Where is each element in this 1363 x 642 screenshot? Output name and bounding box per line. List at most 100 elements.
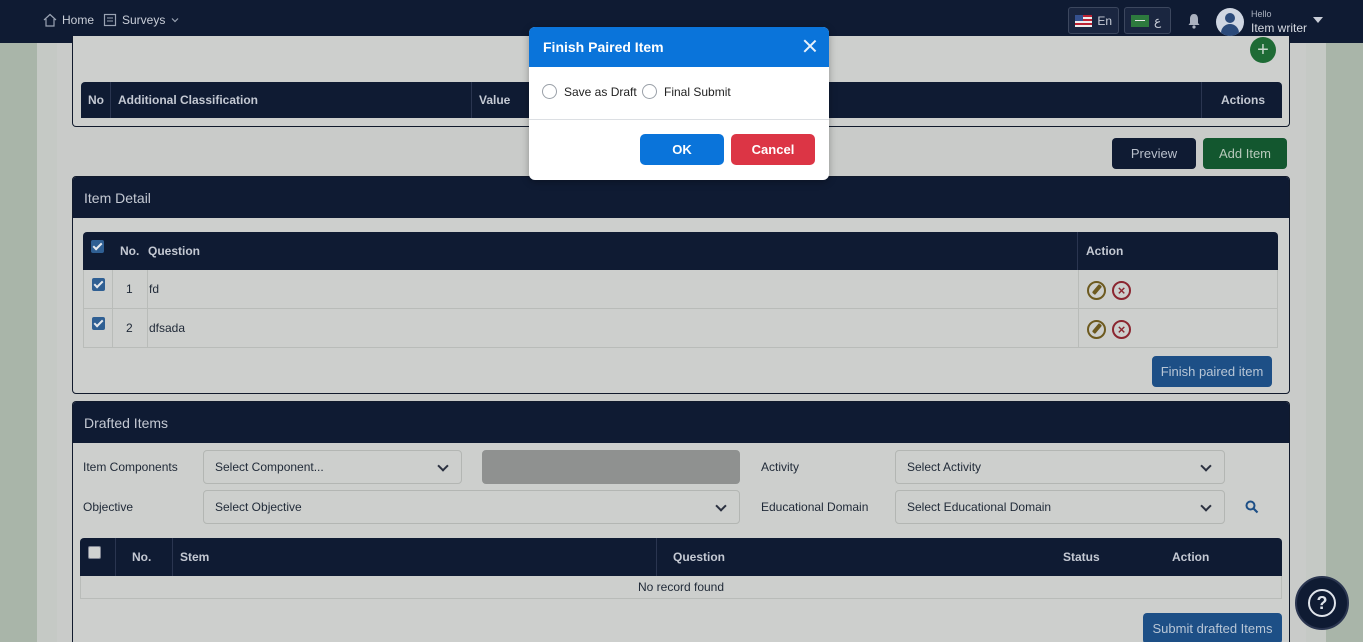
educational-domain-select[interactable]: Select Educational Domain bbox=[895, 490, 1225, 524]
row-number: 1 bbox=[126, 282, 133, 296]
column-divider bbox=[1077, 232, 1078, 270]
activity-select[interactable]: Select Activity bbox=[895, 450, 1225, 484]
column-divider bbox=[112, 309, 113, 347]
add-item-button[interactable]: Add Item bbox=[1203, 138, 1287, 169]
col-action: Action bbox=[1086, 244, 1124, 258]
col-stem: Stem bbox=[180, 550, 210, 564]
row-question: dfsada bbox=[149, 321, 186, 335]
column-divider bbox=[471, 82, 472, 118]
user-name: Item writer bbox=[1251, 21, 1308, 35]
finish-paired-item-button[interactable]: Finish paired item bbox=[1152, 356, 1272, 387]
save-as-draft-option[interactable]: Save as Draft bbox=[542, 84, 637, 99]
row-checkbox[interactable] bbox=[92, 317, 105, 330]
nav-surveys[interactable]: Surveys bbox=[103, 13, 180, 27]
column-divider bbox=[1078, 270, 1079, 308]
column-divider bbox=[112, 270, 113, 308]
nav-surveys-label: Surveys bbox=[122, 13, 166, 27]
nav-home[interactable]: Home bbox=[43, 13, 94, 27]
save-as-draft-label: Save as Draft bbox=[564, 84, 637, 99]
educational-domain-label: Educational Domain bbox=[761, 500, 869, 514]
column-divider bbox=[147, 309, 148, 347]
save-as-draft-radio[interactable] bbox=[542, 84, 557, 99]
objective-value: Select Objective bbox=[215, 500, 302, 514]
bell-icon[interactable] bbox=[1187, 13, 1201, 29]
item-components-label: Item Components bbox=[83, 460, 178, 474]
col-status: Status bbox=[1063, 550, 1100, 564]
search-icon[interactable] bbox=[1245, 500, 1259, 514]
chevron-down-icon bbox=[715, 500, 727, 512]
user-menu-caret-icon[interactable] bbox=[1313, 17, 1323, 23]
column-divider bbox=[110, 82, 111, 118]
col-no: No bbox=[88, 93, 104, 107]
preview-button[interactable]: Preview bbox=[1112, 138, 1196, 169]
drafted-items-title: Drafted Items bbox=[73, 402, 1289, 443]
help-button[interactable]: ? bbox=[1295, 576, 1349, 630]
close-icon[interactable] bbox=[803, 39, 817, 53]
page-side-right bbox=[1326, 0, 1363, 642]
col-no: No. bbox=[120, 244, 140, 258]
col-action: Action bbox=[1172, 550, 1210, 564]
modal-title: Finish Paired Item bbox=[543, 39, 664, 55]
language-ar-label: ع bbox=[1154, 13, 1162, 28]
col-additional-classification: Additional Classification bbox=[118, 93, 259, 107]
edit-icon[interactable] bbox=[1087, 320, 1106, 339]
objective-select[interactable]: Select Objective bbox=[203, 490, 740, 524]
home-icon bbox=[43, 13, 57, 27]
plus-icon: + bbox=[1257, 39, 1269, 61]
nav-home-label: Home bbox=[62, 13, 95, 27]
item-detail-table-header: No. Question Action bbox=[83, 232, 1278, 270]
edit-icon[interactable] bbox=[1087, 281, 1106, 300]
chevron-down-icon bbox=[437, 460, 449, 472]
item-detail-title: Item Detail bbox=[73, 177, 1289, 218]
submit-drafted-items-button[interactable]: Submit drafted Items bbox=[1143, 613, 1282, 642]
row-question: fd bbox=[149, 282, 160, 296]
final-submit-radio[interactable] bbox=[642, 84, 657, 99]
drafted-table-header: No. Stem Question Status Action bbox=[80, 538, 1282, 576]
finish-paired-item-modal: Finish Paired Item Save as Draft Final S… bbox=[529, 27, 829, 180]
column-divider bbox=[1078, 309, 1079, 347]
question-mark-icon: ? bbox=[1308, 589, 1336, 617]
drafted-items-panel: Drafted Items Item Components Select Com… bbox=[72, 401, 1290, 642]
select-all-checkbox[interactable] bbox=[88, 546, 101, 559]
col-question: Question bbox=[673, 550, 726, 564]
us-flag-icon bbox=[1075, 14, 1093, 27]
language-ar-button[interactable]: ع bbox=[1124, 7, 1171, 34]
chevron-down-icon bbox=[171, 18, 179, 23]
disabled-field bbox=[482, 450, 740, 484]
saudi-flag-icon bbox=[1131, 14, 1149, 27]
delete-icon[interactable]: × bbox=[1112, 320, 1131, 339]
avatar[interactable] bbox=[1216, 8, 1244, 36]
table-row: 1 fd × bbox=[83, 270, 1278, 309]
delete-icon[interactable]: × bbox=[1112, 281, 1131, 300]
row-checkbox[interactable] bbox=[92, 278, 105, 291]
ok-button[interactable]: OK bbox=[640, 134, 724, 165]
language-en-button[interactable]: En bbox=[1068, 7, 1119, 34]
column-divider bbox=[147, 270, 148, 308]
user-greeting: Hello bbox=[1251, 9, 1272, 19]
col-value: Value bbox=[479, 93, 511, 107]
survey-icon bbox=[103, 13, 117, 27]
column-divider bbox=[115, 538, 116, 576]
col-actions: Actions bbox=[1221, 93, 1266, 107]
item-components-value: Select Component... bbox=[215, 460, 324, 474]
final-submit-option[interactable]: Final Submit bbox=[642, 84, 731, 99]
select-all-checkbox[interactable] bbox=[91, 240, 104, 253]
item-detail-panel: Item Detail No. Question Action 1 fd × 2… bbox=[72, 176, 1290, 394]
chevron-down-icon bbox=[1200, 500, 1212, 512]
empty-row: No record found bbox=[80, 576, 1282, 599]
add-classification-button[interactable]: + bbox=[1250, 37, 1276, 63]
chevron-down-icon bbox=[1200, 460, 1212, 472]
cancel-button[interactable]: Cancel bbox=[731, 134, 815, 165]
language-en-label: En bbox=[1097, 13, 1112, 28]
objective-label: Objective bbox=[83, 500, 134, 514]
row-number: 2 bbox=[126, 321, 133, 335]
column-divider bbox=[172, 538, 173, 576]
modal-header: Finish Paired Item bbox=[529, 27, 829, 67]
activity-value: Select Activity bbox=[907, 460, 982, 474]
col-no: No. bbox=[132, 550, 152, 564]
final-submit-label: Final Submit bbox=[664, 84, 731, 99]
modal-divider bbox=[529, 119, 829, 120]
column-divider bbox=[656, 538, 657, 576]
table-row: 2 dfsada × bbox=[83, 309, 1278, 348]
item-components-select[interactable]: Select Component... bbox=[203, 450, 462, 484]
